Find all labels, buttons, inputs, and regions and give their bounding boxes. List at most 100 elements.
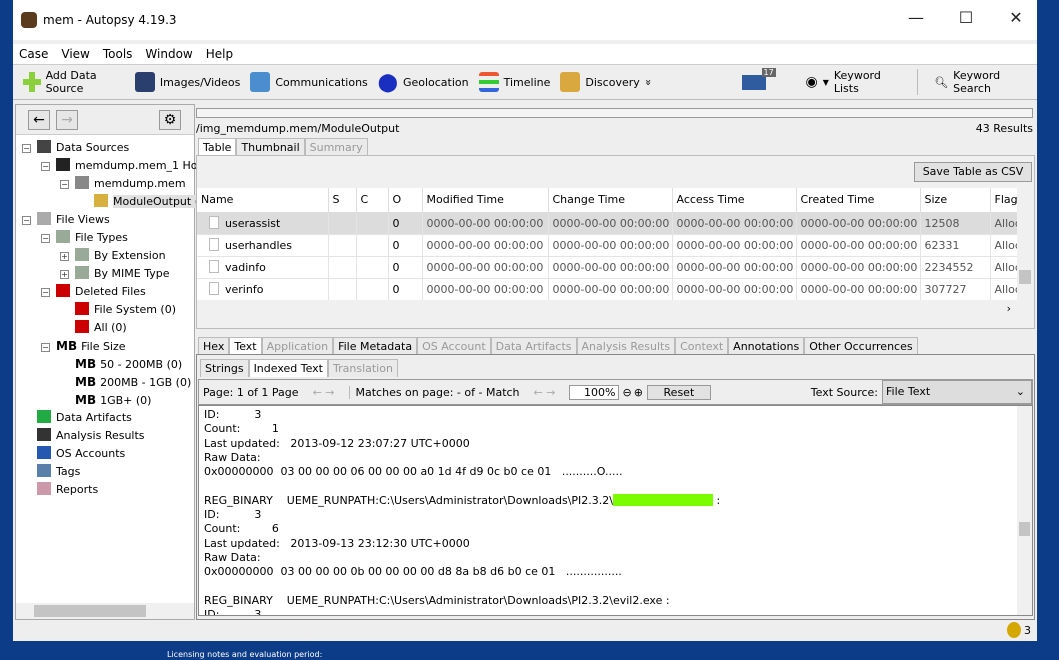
tree-node[interactable]: File System (0) <box>16 301 194 319</box>
tree-node[interactable]: Analysis Results <box>16 427 194 445</box>
tree-node[interactable]: MB 1GB+ (0) <box>16 391 194 409</box>
text-source-value: File Text <box>886 385 931 398</box>
column-header[interactable]: Modified Time <box>422 188 549 213</box>
reset-button[interactable]: Reset <box>646 384 711 400</box>
indexed-text-content[interactable]: ID: 3 Count: 1 Last updated: 2013-09-12 23… <box>198 405 1033 616</box>
more-chevron-icon[interactable]: » <box>642 79 655 86</box>
column-header[interactable]: Access Time <box>672 188 797 213</box>
column-header[interactable]: Name <box>197 188 329 213</box>
tree-node[interactable]: + By MIME Type <box>16 265 194 283</box>
tab-file-metadata[interactable]: File Metadata <box>333 337 418 355</box>
tree-node[interactable]: Data Artifacts <box>16 409 194 427</box>
tree-node[interactable]: − File Types <box>16 229 194 247</box>
tab-analysis-results[interactable]: Analysis Results <box>576 337 676 355</box>
column-header[interactable]: Change Time <box>548 188 673 213</box>
geolocation-button[interactable]: ⬤ Geolocation <box>378 72 469 93</box>
tree-node[interactable]: MB 50 - 200MB (0) <box>16 355 194 373</box>
text-vertical-scrollbar[interactable] <box>1017 406 1032 615</box>
tab-translation[interactable]: Translation <box>328 359 398 377</box>
tree-node[interactable]: ModuleOutput ( <box>16 193 199 211</box>
notifications-indicator[interactable]: 3 <box>1007 622 1031 638</box>
close-button[interactable]: ✕ <box>993 8 1039 27</box>
collapse-icon[interactable]: − <box>22 144 31 153</box>
discovery-button[interactable]: Discovery» <box>560 72 655 92</box>
column-header[interactable]: C <box>356 188 389 213</box>
column-header[interactable]: O <box>388 188 423 213</box>
timeline-button[interactable]: Timeline <box>478 72 550 92</box>
tree-horizontal-scrollbar[interactable] <box>16 603 194 619</box>
table-row[interactable]: userassist 0 0000-00-00 00:00:00 0000-00-00… <box>197 212 1017 235</box>
tab-context[interactable]: Context <box>675 337 729 355</box>
save-table-csv-button[interactable]: Save Table as CSV <box>914 162 1032 182</box>
tab-thumbnail[interactable]: Thumbnail <box>236 138 305 156</box>
tree-node[interactable]: − Deleted Files <box>16 283 194 301</box>
column-header[interactable]: S <box>328 188 357 213</box>
zoom-field[interactable]: 100% <box>569 384 620 400</box>
tab-summary[interactable]: Summary <box>304 138 368 156</box>
column-header[interactable]: Size <box>920 188 991 213</box>
minimize-button[interactable]: — <box>893 8 939 27</box>
prev-page-button[interactable]: ← → <box>313 386 335 399</box>
zoom-in-icon[interactable]: ⊕ <box>634 386 643 399</box>
collapse-icon[interactable]: − <box>22 216 31 225</box>
table-cell: 0000-00-00 00:00:00 <box>796 278 921 300</box>
tree-node[interactable]: All (0) <box>16 319 194 337</box>
tree-node[interactable]: Reports <box>16 481 194 499</box>
table-cell <box>356 234 389 257</box>
tree-node[interactable]: − File Views <box>16 211 194 229</box>
settings-gear-icon[interactable]: ⚙ <box>159 110 181 130</box>
table-row[interactable]: userhandles 0 0000-00-00 00:00:00 0000-00-0… <box>197 234 1017 257</box>
tab-data-artifacts[interactable]: Data Artifacts <box>490 337 577 355</box>
tab-strings[interactable]: Strings <box>200 359 249 377</box>
collapse-icon[interactable]: − <box>60 180 69 189</box>
tree-node-icon <box>75 176 89 189</box>
tree-node[interactable]: − memdump.mem_1 Host <box>16 157 208 175</box>
menu-case[interactable]: Case <box>19 47 48 61</box>
tree-node[interactable]: − MB File Size <box>16 337 194 355</box>
table-row[interactable]: verinfo 0 0000-00-00 00:00:00 0000-00-00 00… <box>197 278 1017 300</box>
prev-match-button[interactable]: ← → <box>534 386 556 399</box>
maximize-button[interactable]: ☐ <box>943 8 989 27</box>
collapse-icon[interactable]: − <box>41 162 50 171</box>
tab-os-account[interactable]: OS Account <box>417 337 491 355</box>
table-horizontal-scrollbar[interactable]: › <box>197 300 1033 318</box>
menu-window[interactable]: Window <box>145 47 192 61</box>
images-videos-button[interactable]: Images/Videos <box>134 72 240 92</box>
text-source-dropdown[interactable]: File Text ⌄ <box>882 380 1032 404</box>
zoom-out-icon[interactable]: ⊖ <box>622 386 631 399</box>
tree-node[interactable]: MB 200MB - 1GB (0) <box>16 373 194 391</box>
communications-button[interactable]: Communications <box>250 72 368 92</box>
menu-tools[interactable]: Tools <box>103 47 133 61</box>
tab-application[interactable]: Application <box>261 337 334 355</box>
notifications-button[interactable]: 17 <box>741 67 776 90</box>
menu-help[interactable]: Help <box>206 47 233 61</box>
table-vertical-scrollbar[interactable] <box>1017 188 1033 300</box>
column-header[interactable]: Created Time <box>796 188 921 213</box>
tree-node[interactable]: Tags <box>16 463 194 481</box>
add-data-source-button[interactable]: Add Data Source <box>23 69 125 95</box>
tab-text[interactable]: Text <box>229 337 262 355</box>
tab-hex[interactable]: Hex <box>198 337 230 355</box>
tab-annotations[interactable]: Annotations <box>728 337 805 355</box>
keyword-search-button[interactable]: 🔍︎ Keyword Search <box>934 69 1027 95</box>
tab-other-occurrences[interactable]: Other Occurrences <box>804 337 918 355</box>
column-header[interactable]: Flag <box>990 188 1017 213</box>
table-cell: Alloc <box>990 212 1017 235</box>
collapse-icon[interactable]: − <box>41 288 50 297</box>
tree-node[interactable]: OS Accounts <box>16 445 194 463</box>
keyword-lists-button[interactable]: ◉ ▼ Keyword Lists <box>806 69 896 95</box>
back-button[interactable]: ← <box>28 110 50 130</box>
tree-node[interactable]: − memdump.mem <box>16 175 194 193</box>
tree-node[interactable]: + By Extension <box>16 247 194 265</box>
collapse-icon[interactable]: − <box>41 234 50 243</box>
tab-table[interactable]: Table <box>198 138 237 156</box>
menu-view[interactable]: View <box>61 47 89 61</box>
forward-button[interactable]: → <box>56 110 78 130</box>
collapse-icon[interactable]: − <box>41 343 50 352</box>
table-row[interactable]: vadinfo 0 0000-00-00 00:00:00 0000-00-00 00… <box>197 256 1017 279</box>
expand-icon[interactable]: + <box>60 252 69 261</box>
expand-icon[interactable]: + <box>60 270 69 279</box>
tree-node[interactable]: − Data Sources <box>16 139 194 157</box>
table-cell: 0000-00-00 00:00:00 <box>672 256 797 279</box>
tab-indexed-text[interactable]: Indexed Text <box>248 359 328 377</box>
